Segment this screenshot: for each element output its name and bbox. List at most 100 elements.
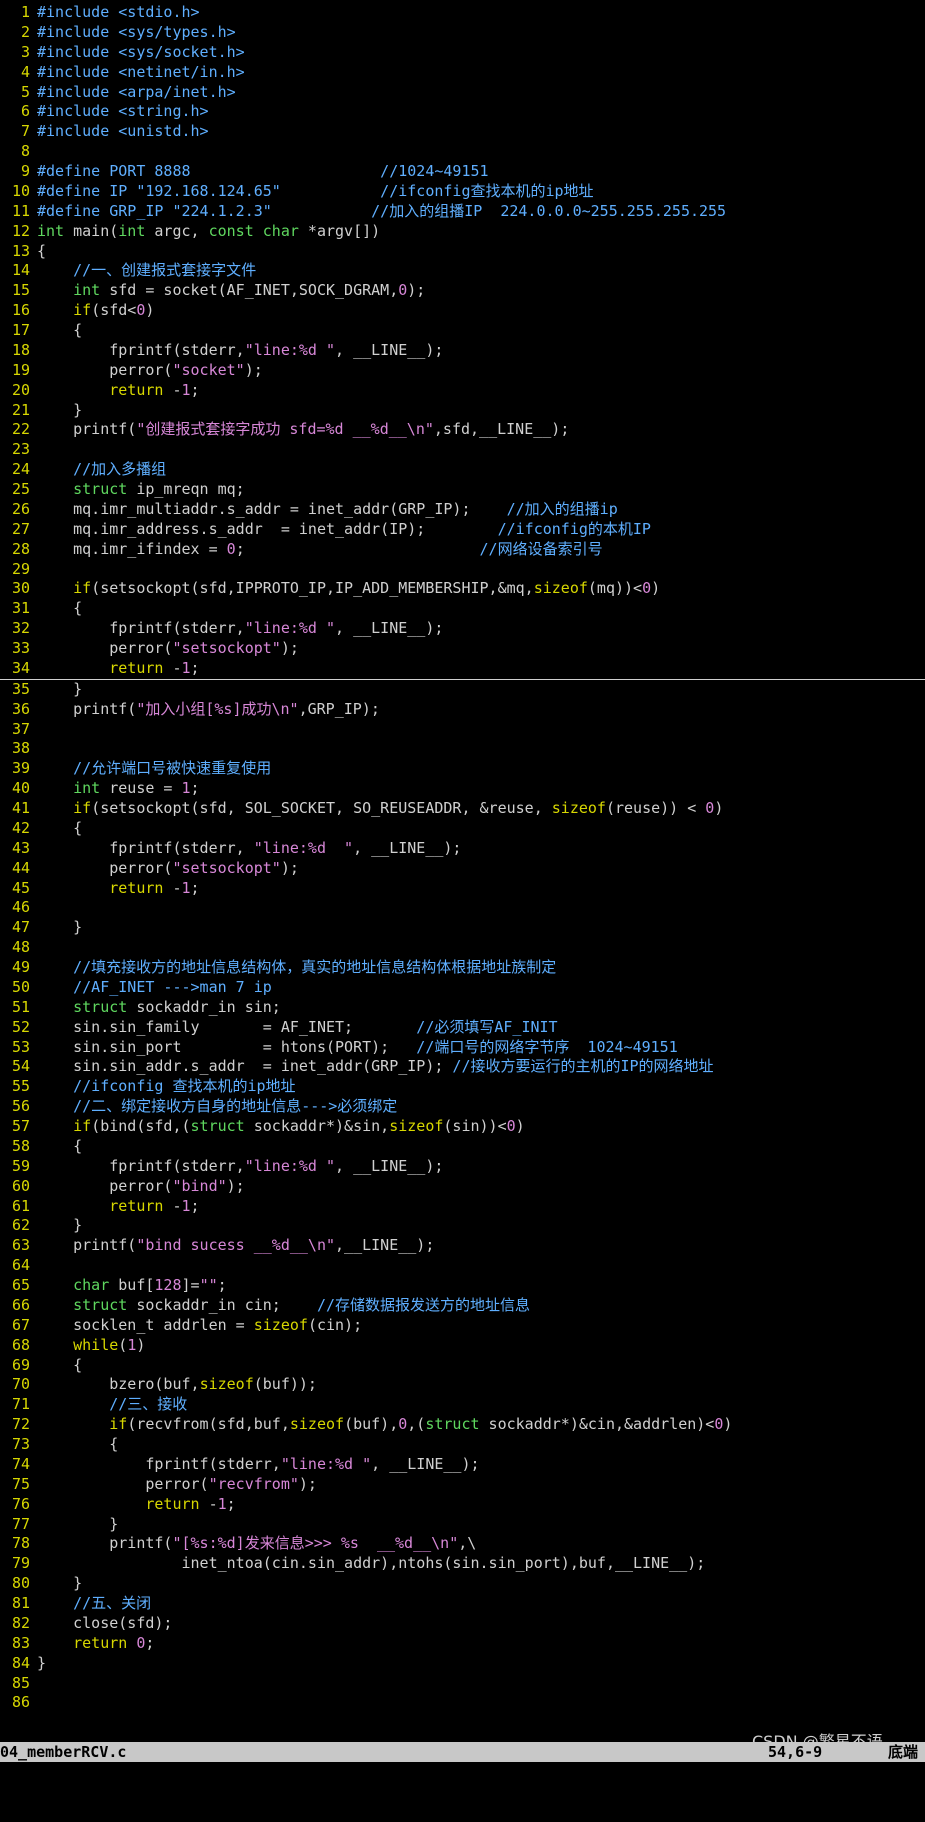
code-line[interactable]: 65 char buf[128]=""; — [0, 1276, 925, 1296]
code-line[interactable]: 43 fprintf(stderr, "line:%d ", __LINE__)… — [0, 839, 925, 859]
code-line[interactable]: 45 return -1; — [0, 879, 925, 899]
code-editor[interactable]: 1 #include <stdio.h> 2 #include <sys/types.… — [0, 3, 925, 1713]
code-line[interactable]: 31 { — [0, 599, 925, 619]
code-line[interactable]: 14 //一、创建报式套接字文件 — [0, 261, 925, 281]
code-line[interactable]: 76 return -1; — [0, 1495, 925, 1515]
code-line[interactable]: 86 — [0, 1693, 925, 1713]
code-line[interactable]: 23 — [0, 440, 925, 460]
code-line[interactable]: 7 #include <unistd.h> — [0, 122, 925, 142]
code-line[interactable]: 85 — [0, 1674, 925, 1694]
code-line[interactable]: 29 — [0, 560, 925, 580]
code-line[interactable]: 66 struct sockaddr_in cin; //存储数据报发送方的地址… — [0, 1296, 925, 1316]
code-text: { — [37, 1435, 118, 1453]
code-line[interactable]: 67 socklen_t addrlen = sizeof(cin); — [0, 1316, 925, 1336]
code-line[interactable]: 41 if(setsockopt(sfd, SOL_SOCKET, SO_REU… — [0, 799, 925, 819]
code-line[interactable]: 64 — [0, 1256, 925, 1276]
code-line[interactable]: 30 if(setsockopt(sfd,IPPROTO_IP,IP_ADD_M… — [0, 579, 925, 599]
code-line[interactable]: 78 printf("[%s:%d]发来信息>>> %s __%d__\n",\ — [0, 1534, 925, 1554]
code-line[interactable]: 73 { — [0, 1435, 925, 1455]
code-line[interactable]: 69 { — [0, 1356, 925, 1376]
code-line[interactable]: 4 #include <netinet/in.h> — [0, 63, 925, 83]
line-number: 55 — [11, 1077, 30, 1096]
code-line[interactable]: 75 perror("recvfrom"); — [0, 1475, 925, 1495]
code-line[interactable]: 25 struct ip_mreqn mq; — [0, 480, 925, 500]
line-number: 10 — [11, 181, 30, 200]
code-line[interactable]: 22 printf("创建报式套接字成功 sfd=%d __%d__\n",sf… — [0, 420, 925, 440]
code-token: sockaddr*)&sin, — [244, 1117, 390, 1135]
code-line[interactable]: 54 sin.sin_addr.s_addr = inet_addr(GRP_I… — [0, 1057, 925, 1077]
code-line[interactable]: 83 return 0; — [0, 1634, 925, 1654]
code-line[interactable]: 52 sin.sin_family = AF_INET; //必须填写AF_IN… — [0, 1018, 925, 1038]
code-line[interactable]: 3 #include <sys/socket.h> — [0, 43, 925, 63]
code-line[interactable]: 35 } — [0, 680, 925, 700]
code-line[interactable]: 53 sin.sin_port = htons(PORT); //端口号的网络字… — [0, 1038, 925, 1058]
code-line[interactable]: 62 } — [0, 1216, 925, 1236]
code-line[interactable]: 40 int reuse = 1; — [0, 779, 925, 799]
code-line[interactable]: 81 //五、关闭 — [0, 1594, 925, 1614]
line-number: 9 — [20, 162, 30, 180]
code-line[interactable]: 21 } — [0, 401, 925, 421]
code-line[interactable]: 74 fprintf(stderr,"line:%d ", __LINE__); — [0, 1455, 925, 1475]
code-line[interactable]: 38 — [0, 739, 925, 759]
code-line[interactable]: 17 { — [0, 321, 925, 341]
code-line[interactable]: 8 — [0, 142, 925, 162]
code-line[interactable]: 77 } — [0, 1515, 925, 1535]
code-text: struct sockaddr_in sin; — [37, 998, 281, 1016]
code-line[interactable]: 5 #include <arpa/inet.h> — [0, 83, 925, 103]
code-line[interactable]: 80 } — [0, 1574, 925, 1594]
code-line[interactable]: 28 mq.imr_ifindex = 0; //网络设备索引号 — [0, 540, 925, 560]
code-line[interactable]: 19 perror("socket"); — [0, 361, 925, 381]
code-token: (mq))< — [587, 579, 643, 598]
code-line[interactable]: 70 bzero(buf,sizeof(buf)); — [0, 1375, 925, 1395]
code-line[interactable]: 46 — [0, 898, 925, 918]
code-line[interactable]: 58 { — [0, 1137, 925, 1157]
code-line[interactable]: 61 return -1; — [0, 1197, 925, 1217]
code-line[interactable]: 51 struct sockaddr_in sin; — [0, 998, 925, 1018]
code-line[interactable]: 12 int main(int argc, const char *argv[]) — [0, 222, 925, 242]
code-line[interactable]: 10 #define IP "192.168.124.65" //ifconfig… — [0, 182, 925, 202]
code-line[interactable]: 82 close(sfd); — [0, 1614, 925, 1634]
code-token: //接收方要运行的主机的IP的网络地址 — [452, 1057, 714, 1076]
code-line[interactable]: 18 fprintf(stderr,"line:%d ", __LINE__); — [0, 341, 925, 361]
code-line[interactable]: 34 return -1; — [0, 659, 925, 680]
code-line[interactable]: 9 #define PORT 8888 //1024~49151 — [0, 162, 925, 182]
code-line[interactable]: 44 perror("setsockopt"); — [0, 859, 925, 879]
code-line[interactable]: 59 fprintf(stderr,"line:%d ", __LINE__); — [0, 1157, 925, 1177]
code-line[interactable]: 72 if(recvfrom(sfd,buf,sizeof(buf),0,(st… — [0, 1415, 925, 1435]
code-line[interactable]: 37 — [0, 720, 925, 740]
code-line[interactable]: 42 { — [0, 819, 925, 839]
code-line[interactable]: 60 perror("bind"); — [0, 1177, 925, 1197]
code-line[interactable]: 47 } — [0, 918, 925, 938]
code-line[interactable]: 57 if(bind(sfd,(struct sockaddr*)&sin,si… — [0, 1117, 925, 1137]
code-token: } — [37, 918, 83, 937]
code-line[interactable]: 6 #include <string.h> — [0, 102, 925, 122]
code-line[interactable]: 55 //ifconfig 查找本机的ip地址 — [0, 1077, 925, 1097]
line-number: 41 — [11, 799, 30, 817]
code-line[interactable]: 48 — [0, 938, 925, 958]
code-line[interactable]: 49 //填充接收方的地址信息结构体，真实的地址信息结构体根据地址族制定 — [0, 958, 925, 978]
code-line[interactable]: 50 //AF_INET --->man 7 ip — [0, 978, 925, 998]
code-line[interactable]: 71 //三、接收 — [0, 1395, 925, 1415]
code-line[interactable]: 2 #include <sys/types.h> — [0, 23, 925, 43]
code-line[interactable]: 26 mq.imr_multiaddr.s_addr = inet_addr(G… — [0, 500, 925, 520]
code-line[interactable]: 32 fprintf(stderr,"line:%d ", __LINE__); — [0, 619, 925, 639]
code-line[interactable]: 36 printf("加入小组[%s]成功\n",GRP_IP); — [0, 700, 925, 720]
code-line[interactable]: 1 #include <stdio.h> — [0, 3, 925, 23]
code-line[interactable]: 84} — [0, 1654, 925, 1674]
line-number: 34 — [11, 658, 30, 677]
code-line[interactable]: 39 //允许端口号被快速重复使用 — [0, 759, 925, 779]
code-line[interactable]: 16 if(sfd<0) — [0, 301, 925, 321]
code-line[interactable]: 24 //加入多播组 — [0, 460, 925, 480]
code-line[interactable]: 33 perror("setsockopt"); — [0, 639, 925, 659]
code-token: return — [109, 1196, 164, 1215]
code-line[interactable]: 11 #define GRP_IP "224.1.2.3" //加入的组播IP 2… — [0, 202, 925, 222]
code-line[interactable]: 79 inet_ntoa(cin.sin_addr),ntohs(sin.sin… — [0, 1554, 925, 1574]
code-line[interactable]: 15 int sfd = socket(AF_INET,SOCK_DGRAM,0… — [0, 281, 925, 301]
code-line[interactable]: 27 mq.imr_address.s_addr = inet_addr(IP)… — [0, 520, 925, 540]
code-line[interactable]: 20 return -1; — [0, 381, 925, 401]
code-line[interactable]: 13 { — [0, 242, 925, 262]
code-line[interactable]: 56 //二、绑定接收方自身的地址信息--->必须绑定 — [0, 1097, 925, 1117]
code-line[interactable]: 68 while(1) — [0, 1336, 925, 1356]
code-line[interactable]: 63 printf("bind sucess __%d__\n",__LINE_… — [0, 1236, 925, 1256]
